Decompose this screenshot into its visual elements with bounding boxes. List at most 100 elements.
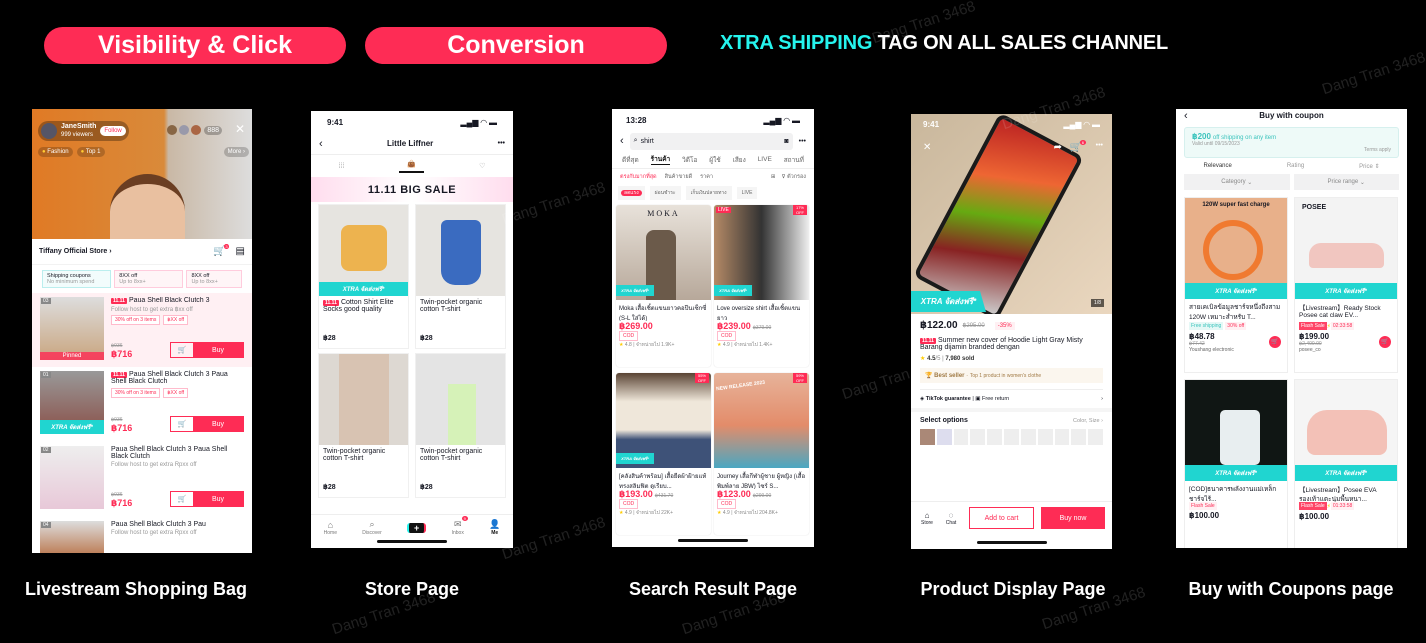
layout-icon[interactable]: ⊞ xyxy=(771,174,776,180)
option-thumb[interactable] xyxy=(1054,429,1070,445)
option-thumb[interactable] xyxy=(953,429,969,445)
option-thumb[interactable] xyxy=(1037,429,1053,445)
more-icon[interactable]: ••• xyxy=(799,138,806,145)
pinned-label: Pinned xyxy=(40,352,104,360)
sort-price[interactable]: ราคา xyxy=(700,173,713,181)
buy-button[interactable]: 🛒 Buy xyxy=(170,416,244,432)
chip-installment[interactable]: ผ่อนชำระ xyxy=(649,186,681,200)
product-card[interactable]: MOKA XTRA จัดส่งฟรี* Moka เสื้อเชิ้ตแขนยา… xyxy=(616,205,711,367)
tab-places[interactable]: สถานที่ xyxy=(784,155,804,165)
follow-button[interactable]: Follow xyxy=(100,126,126,136)
more-button[interactable]: More › xyxy=(223,147,249,157)
cod-tag: COD xyxy=(619,499,639,509)
host-face xyxy=(110,174,185,239)
coupon-discount[interactable]: 8XX off Up to 8xx+ xyxy=(186,270,242,288)
host-avatar[interactable] xyxy=(41,123,57,139)
chip-cod[interactable]: เก็บเงินปลายทาง xyxy=(685,186,732,200)
option-thumb[interactable] xyxy=(970,429,986,445)
tab-shop-icon[interactable]: 👜 xyxy=(399,160,425,173)
tag-fashion[interactable]: ● Fashion xyxy=(38,147,73,157)
bag-item[interactable]: 04 Paua Shell Black Clutch 3 Pau Follow h… xyxy=(32,517,252,553)
chat-button[interactable]: ◌ Chat xyxy=(942,511,960,526)
bag-item[interactable]: 03 Pinned 11.11 Paua Shell Black Clutch 3… xyxy=(32,293,252,367)
store-name[interactable]: Tiffany Official Store › xyxy=(39,248,112,255)
cart-icon[interactable]: 🛒 3 xyxy=(213,244,229,257)
bag-item[interactable]: 02 Paua Shell Black Clutch 3 Paua Shell … xyxy=(32,442,252,517)
option-thumb[interactable] xyxy=(1071,429,1087,445)
option-thumb[interactable] xyxy=(987,429,1003,445)
chip-live[interactable]: LIVE xyxy=(736,187,758,199)
add-to-cart-button[interactable]: Add to cart xyxy=(969,507,1034,529)
nav-inbox[interactable]: ✉ Inbox 9 xyxy=(452,516,468,536)
product-card[interactable]: NEW RELEASE 2023 59% OFF Journey เสื้อกีฬ… xyxy=(714,373,809,535)
best-seller-banner[interactable]: 🏆 Best seller · Top 1 product in women's… xyxy=(920,368,1103,383)
tab-live[interactable]: LIVE xyxy=(758,156,772,163)
sort-relevance[interactable]: Relevance xyxy=(1203,163,1231,169)
more-icon[interactable]: ••• xyxy=(498,140,505,147)
option-thumb[interactable] xyxy=(936,429,952,445)
tab-top[interactable]: ดีที่สุด xyxy=(622,155,639,165)
close-icon[interactable]: ✕ xyxy=(235,122,245,136)
terms-link[interactable]: Terms apply xyxy=(1364,147,1391,153)
filter-button[interactable]: ⊽ ตัวกรอง xyxy=(782,173,807,181)
tab-heart-icon[interactable]: ♡ xyxy=(479,162,485,170)
option-thumb[interactable] xyxy=(920,429,935,445)
store-button[interactable]: ⌂ Store xyxy=(918,511,936,526)
bag-item[interactable]: 01 XTRA จัดส่งฟรี* 11.11 Paua Shell Black… xyxy=(32,367,252,442)
list-icon[interactable]: ▤ xyxy=(236,246,245,257)
nav-home[interactable]: ⌂ Home xyxy=(324,520,337,536)
coupon-shipping[interactable]: Shipping coupons No minimum spend xyxy=(42,270,112,288)
back-icon[interactable]: ‹ xyxy=(319,138,323,150)
tag-top[interactable]: ● Top 1 xyxy=(76,147,105,157)
sort-rating[interactable]: Rating xyxy=(1287,163,1304,169)
category-dropdown[interactable]: Category ⌄ xyxy=(1184,174,1290,190)
create-button[interactable]: + xyxy=(407,522,427,533)
price-range-dropdown[interactable]: Price range ⌄ xyxy=(1293,174,1399,190)
nav-me[interactable]: 👤 Me xyxy=(489,519,500,536)
product-card[interactable]: XTRA จัดส่งฟรี* 【Livestream】Posee EVA รอ… xyxy=(1294,379,1398,548)
tab-grid-icon[interactable]: ⁞⁞⁞ xyxy=(339,163,345,170)
more-icon[interactable]: ••• xyxy=(1096,142,1103,149)
close-icon[interactable]: ✕ xyxy=(923,142,931,153)
livestream-video: JaneSmith 999 viewers Follow 888 ✕ ● Fash… xyxy=(32,109,252,239)
buy-button[interactable]: 🛒 Buy xyxy=(170,491,244,507)
product-card[interactable]: 55% OFF XTRA จัดส่งฟรี* [คลังสินค้าพร้อม]… xyxy=(616,373,711,535)
product-card[interactable]: 120W super fast charge XTRA จัดส่งฟรี* สา… xyxy=(1184,197,1288,373)
camera-icon[interactable]: ◙ xyxy=(784,138,788,145)
product-card[interactable]: XTRA จัดส่งฟรี* [COD]ธนาคารพลังงานแม่เหล… xyxy=(1184,379,1288,548)
option-thumb[interactable] xyxy=(1088,429,1103,445)
back-icon[interactable]: ‹ xyxy=(1184,110,1188,122)
buy-now-button[interactable]: Buy now xyxy=(1041,507,1105,529)
cart-icon[interactable]: 🛒 6 xyxy=(1070,140,1086,153)
sort-relevance[interactable]: ตรงกับมากที่สุด xyxy=(620,173,657,181)
xtra-shipping-tag: XTRA จัดส่งฟรี* xyxy=(1295,465,1397,481)
tab-videos[interactable]: วิดีโอ xyxy=(682,155,697,165)
coupon-discount[interactable]: 8XX off Up to 8xx+ xyxy=(114,270,184,288)
option-thumb[interactable] xyxy=(1020,429,1036,445)
chip-deals[interactable]: ลดแรง xyxy=(618,186,645,200)
sort-price[interactable]: Price ⇕ xyxy=(1359,163,1379,170)
visibility-click-pill: Visibility & Click xyxy=(44,27,346,64)
back-icon[interactable]: ‹ xyxy=(620,135,624,147)
add-cart-button[interactable]: 🛒 xyxy=(1379,336,1391,348)
product-card[interactable]: Twin-pocket organic cotton T-shirt ฿28 xyxy=(318,353,409,498)
shipping-coupon[interactable]: ฿200 off shipping on any item Valid unti… xyxy=(1184,127,1399,158)
xtra-shipping-tag: XTRA จัดส่งฟรี* xyxy=(40,420,104,434)
guarantee-row[interactable]: ◈ TikTok guarantee | ▣ Free return › xyxy=(920,389,1103,408)
sort-bestselling[interactable]: สินค้าขายดี xyxy=(665,173,693,181)
buy-button[interactable]: 🛒 Buy xyxy=(170,342,244,358)
product-card[interactable]: Twin-pocket organic cotton T-shirt ฿28 xyxy=(415,204,506,349)
tab-users[interactable]: ผู้ใช้ xyxy=(709,155,720,165)
nav-discover[interactable]: ⌕ Discover xyxy=(362,519,381,536)
option-thumb[interactable] xyxy=(1004,429,1019,445)
option-types[interactable]: Color, Size › xyxy=(1073,418,1103,424)
product-card[interactable]: Twin-pocket organic cotton T-shirt ฿28 xyxy=(415,353,506,498)
product-card[interactable]: XTRA จัดส่งฟรี* 11.11 Cotton Shirt Elite … xyxy=(318,204,409,349)
share-icon[interactable]: ➦ xyxy=(1054,142,1062,153)
product-card[interactable]: POSEE XTRA จัดส่งฟรี* 【Livestream】Ready S… xyxy=(1294,197,1398,373)
search-input[interactable]: ⌕ shirt ◙ xyxy=(629,132,793,150)
add-cart-button[interactable]: 🛒 xyxy=(1269,336,1281,348)
tab-shop[interactable]: ร้านค้า xyxy=(650,154,671,165)
product-card[interactable]: LIVE 17% OFF XTRA จัดส่งฟรี* Love oversize… xyxy=(714,205,809,367)
tab-sounds[interactable]: เสียง xyxy=(733,155,746,165)
